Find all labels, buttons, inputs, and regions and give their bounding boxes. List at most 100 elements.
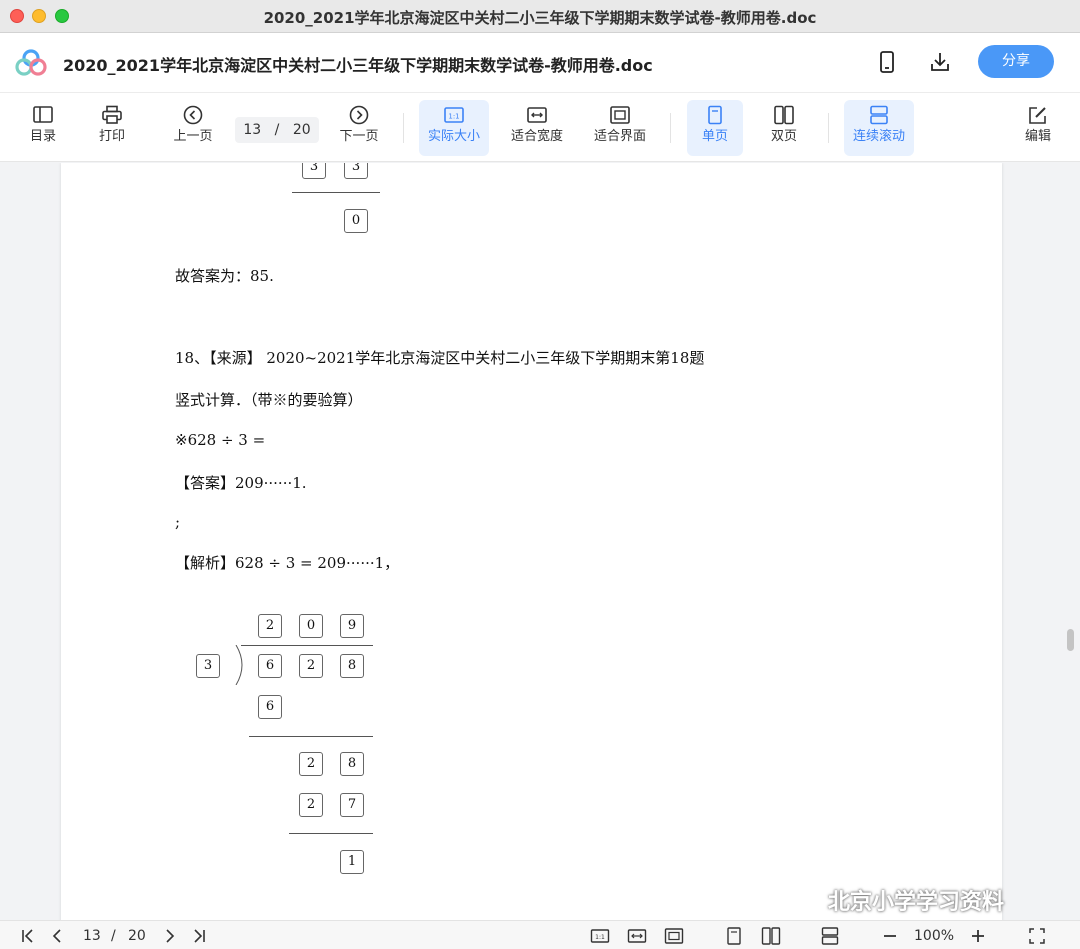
- status-page-total: 20: [128, 928, 146, 944]
- continuous-scroll-icon: [821, 927, 839, 945]
- prev-page-label: 上一页: [173, 129, 213, 144]
- last-page-icon: [194, 929, 205, 943]
- divisor-box: 3: [196, 654, 220, 678]
- previous-answer-text: 故答案为：85.: [175, 267, 274, 285]
- double-page-label: 双页: [770, 129, 797, 144]
- download-icon[interactable]: [927, 49, 953, 75]
- chevron-right-icon: [166, 929, 175, 943]
- single-page-icon: [727, 927, 741, 945]
- window-title: 2020_2021学年北京海淀区中关村二小三年级下学期期末数学试卷-教师用卷.d…: [263, 9, 817, 27]
- zoom-in-button[interactable]: [969, 926, 987, 946]
- digit-box: 0: [344, 209, 368, 233]
- print-label: 打印: [98, 129, 125, 144]
- toc-button[interactable]: 目录: [13, 100, 73, 156]
- watermark-label: 北京小学学习资料: [828, 890, 1005, 915]
- continuous-scroll-button[interactable]: 连续滚动: [844, 100, 914, 156]
- dividend-digit-box: 2: [299, 654, 323, 678]
- vertical-scrollbar-thumb[interactable]: [1067, 629, 1074, 651]
- app-header: 2020_2021学年北京海淀区中关村二小三年级下学期期末数学试卷-教师用卷.d…: [0, 33, 1080, 93]
- fit-screen-small-button[interactable]: [664, 926, 684, 946]
- single-page-small-button[interactable]: [724, 926, 744, 946]
- actual-size-icon: 1:1: [444, 107, 464, 123]
- phone-icon[interactable]: [874, 49, 900, 75]
- edit-pencil-icon: [1029, 107, 1046, 124]
- page-current: 13: [243, 122, 262, 138]
- next-page-button[interactable]: 下一页: [329, 100, 389, 156]
- next-page-label: 下一页: [339, 129, 379, 144]
- analysis-text: 【解析】628 ÷ 3 = 209······1，: [175, 554, 400, 572]
- double-page-icon: [761, 927, 781, 945]
- fit-screen-icon: [664, 928, 684, 944]
- fullscreen-button[interactable]: [1028, 926, 1046, 946]
- window-titlebar: 2020_2021学年北京海淀区中关村二小三年级下学期期末数学试卷-教师用卷.d…: [0, 0, 1080, 33]
- continuous-scroll-label: 连续滚动: [852, 129, 905, 144]
- status-page-separator: /: [111, 928, 116, 944]
- actual-size-icon: 1:1: [590, 929, 610, 943]
- zoom-out-button[interactable]: [881, 926, 899, 946]
- quotient-digit-box: 9: [340, 614, 364, 638]
- last-page-button[interactable]: [191, 926, 207, 946]
- double-page-icon: [774, 105, 794, 125]
- page-total: 20: [292, 122, 311, 138]
- edit-label: 编辑: [1024, 129, 1051, 144]
- chevron-left-circle-icon: [183, 105, 203, 125]
- fit-screen-icon: [610, 106, 630, 124]
- svg-text:1:1: 1:1: [595, 934, 605, 941]
- toolbar-divider: [828, 113, 829, 143]
- minus-icon: [884, 935, 896, 937]
- fit-width-small-button[interactable]: [627, 926, 647, 946]
- prev-page-button[interactable]: 上一页: [163, 100, 223, 156]
- document-viewport[interactable]: 3 3 0 故答案为：85. 18、【来源】 2020~2021学年北京海淀区中…: [0, 163, 1080, 920]
- status-bar: 13 / 20 1:1 100%: [0, 920, 1080, 949]
- actual-size-button[interactable]: 1:1 实际大小: [419, 100, 489, 156]
- step-digit-box: 7: [340, 793, 364, 817]
- division-line: [249, 736, 373, 737]
- remainder-box: 1: [340, 850, 364, 874]
- dividend-digit-box: 8: [340, 654, 364, 678]
- chevron-right-circle-icon: [349, 105, 369, 125]
- status-page-current[interactable]: 13: [83, 926, 101, 946]
- continuous-scroll-icon: [870, 105, 888, 125]
- chevron-left-icon: [52, 929, 61, 943]
- first-page-button[interactable]: [20, 926, 36, 946]
- zoom-level[interactable]: 100%: [914, 926, 954, 946]
- toc-icon: [33, 106, 53, 123]
- quotient-digit-box: 2: [258, 614, 282, 638]
- question-instruction: 竖式计算．（带※的要验算）: [175, 391, 363, 409]
- division-line: [292, 192, 380, 193]
- single-page-button[interactable]: 单页: [687, 100, 743, 156]
- quotient-digit-box: 0: [299, 614, 323, 638]
- document-page: 3 3 0 故答案为：85. 18、【来源】 2020~2021学年北京海淀区中…: [61, 163, 1002, 920]
- printer-icon: [102, 105, 122, 124]
- continuous-scroll-small-button[interactable]: [820, 926, 840, 946]
- question-source: 18、【来源】 2020~2021学年北京海淀区中关村二小三年级下学期期末第18…: [175, 349, 705, 367]
- print-button[interactable]: 打印: [82, 100, 142, 156]
- wechat-icon: [791, 891, 823, 915]
- viewer-toolbar: 目录 打印 上一页 13 / 20 下一页 1:1 实际大小 适合宽度 适合界面…: [0, 93, 1080, 162]
- fit-screen-button[interactable]: 适合界面: [585, 100, 655, 156]
- question-problem: ※628 ÷ 3 =: [175, 431, 266, 449]
- semicolon-line: ;: [175, 513, 181, 531]
- next-page-small-button[interactable]: [163, 926, 177, 946]
- share-button[interactable]: 分享: [978, 45, 1054, 78]
- prev-page-small-button[interactable]: [50, 926, 64, 946]
- fit-screen-label: 适合界面: [593, 129, 646, 144]
- division-bar: [241, 645, 373, 646]
- watermark-text: 北京小学学习资料: [790, 884, 1004, 916]
- division-bracket-icon: [235, 645, 243, 685]
- baidu-netdisk-logo-icon: [15, 49, 47, 76]
- step-digit-box: 2: [299, 793, 323, 817]
- actual-size-label: 实际大小: [427, 129, 480, 144]
- page-number-field[interactable]: 13 / 20: [235, 117, 319, 143]
- svg-text:1:1: 1:1: [448, 113, 459, 121]
- double-page-small-button[interactable]: [761, 926, 781, 946]
- fit-width-label: 适合宽度: [510, 129, 563, 144]
- toc-label: 目录: [29, 129, 56, 144]
- fit-width-button[interactable]: 适合宽度: [502, 100, 572, 156]
- fit-width-icon: [527, 107, 547, 123]
- edit-button[interactable]: 编辑: [1008, 100, 1068, 156]
- actual-size-small-button[interactable]: 1:1: [590, 926, 610, 946]
- answer-text: 【答案】209······1.: [175, 474, 307, 492]
- plus-icon: [972, 930, 984, 942]
- double-page-button[interactable]: 双页: [756, 100, 812, 156]
